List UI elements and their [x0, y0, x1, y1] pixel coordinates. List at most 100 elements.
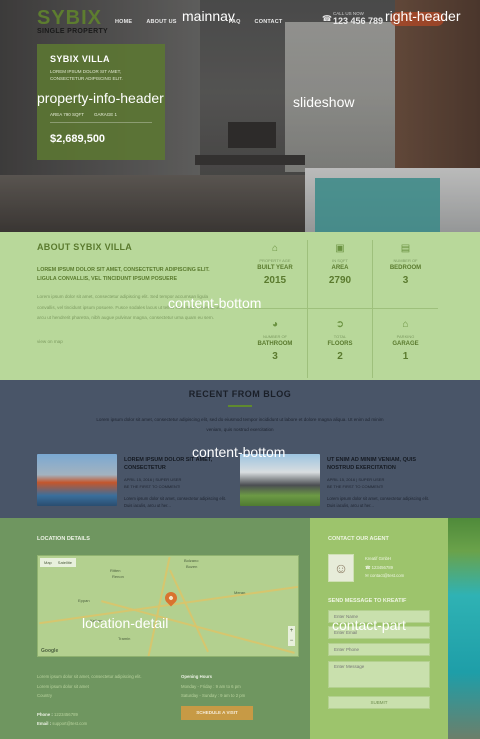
- stat-floors: ➲ TOTAL FLOORS 2: [308, 309, 373, 378]
- property-meta: AREA 790 SQFT GARAGE 1: [50, 112, 117, 117]
- stat-label: FLOORS: [327, 341, 353, 347]
- stat-label: AREA: [331, 265, 349, 271]
- property-subtitle: LOREM IPSUM DOLOR SIT AMET, CONSECTETUR …: [50, 69, 123, 81]
- stat-label: BEDROOM: [389, 265, 422, 271]
- blog-post[interactable]: UT ENIM AD MINIM VENIAM, QUIS NOSTRUD EX…: [240, 454, 440, 512]
- address-line: Country: [37, 693, 53, 698]
- zoom-in-icon[interactable]: +: [288, 626, 295, 636]
- blog-post-thumbnail[interactable]: [37, 454, 117, 506]
- stat-value: 3: [402, 275, 409, 286]
- map-place-label: Bozen: [186, 564, 198, 569]
- overlay-label-slideshow: slideshow: [293, 94, 355, 110]
- map-place-label: Renon: [112, 574, 124, 579]
- stat-value: 3: [272, 351, 278, 362]
- contact-form-title: SEND MESSAGE TO KREATIF: [328, 598, 407, 604]
- map-place-label: Eppan: [78, 598, 90, 603]
- location-map[interactable]: Map Satellite Bolzano Bozen Ritten Renon…: [37, 555, 299, 657]
- person-icon: ☺: [333, 560, 349, 576]
- map-place-label: Meran: [234, 590, 246, 595]
- overlay-label-property-info: property-info-header: [37, 90, 164, 106]
- opening-hours-line: Saturday - Sunday : 9 am to 2 pm: [181, 693, 246, 698]
- blog-subtitle: Lorem ipsum dolor sit amet, consectetur …: [96, 417, 384, 432]
- overlay-label-mainnav: mainnav: [182, 8, 235, 24]
- site-logo[interactable]: SYBIX SINGLE PROPERTY: [37, 8, 108, 35]
- stat-value: 1: [402, 351, 409, 362]
- overlay-label-content-bottom: content-bottom: [168, 295, 262, 311]
- blog-post[interactable]: LOREM IPSUM DOLOR SIT AMET, CONSECTETUR …: [37, 454, 237, 512]
- blog-post-thumbnail[interactable]: [240, 454, 320, 506]
- about-title: ABOUT SYBIX VILLA: [37, 242, 133, 252]
- bed-icon: ▤: [400, 243, 411, 254]
- overlay-label-contact-part: contact-part: [332, 617, 406, 633]
- agent-phone[interactable]: ☎ 123456789: [365, 564, 404, 573]
- logo-tagline: SINGLE PROPERTY: [37, 28, 109, 35]
- location-title: LOCATION DETAILS: [37, 536, 90, 542]
- opening-hours-line: Monday - Friday : 9 am to 6 pm: [181, 683, 241, 689]
- nav-about[interactable]: ABOUT US: [146, 19, 176, 25]
- garage-icon: ⌂: [402, 319, 409, 330]
- blog-post-comment-link[interactable]: BE THE FIRST TO COMMENT!: [327, 484, 383, 489]
- map-tab-map[interactable]: Map: [44, 560, 52, 565]
- stat-bathroom: ◕ NUMBER OF BATHROOM 3: [243, 309, 308, 378]
- agent-email[interactable]: ✉ contact@test.com: [365, 572, 404, 581]
- stat-value: 2: [337, 351, 343, 362]
- stat-area: ▣ IN SQFT AREA 2790: [308, 240, 373, 309]
- location-address: Lorem ipsum dolor sit amet, consectetur …: [37, 672, 167, 701]
- blog-post-title[interactable]: UT ENIM AD MINIM VENIAM, QUIS NOSTRUD EX…: [327, 456, 442, 472]
- stat-small-label: TOTAL: [333, 334, 347, 339]
- nav-home[interactable]: HOME: [115, 19, 132, 25]
- blog-title-underline: [228, 405, 252, 407]
- map-place-label: Bolzano: [184, 558, 199, 563]
- phone-icon: ☎: [322, 13, 332, 23]
- schedule-visit-button[interactable]: SCHEDULE A VISIT: [181, 706, 253, 720]
- map-type-tabs[interactable]: Map Satellite: [40, 558, 77, 567]
- agent-avatar: ☺: [328, 554, 354, 582]
- agent-info: Kreatif GmbH ☎ 123456789 ✉ contact@test.…: [365, 555, 404, 581]
- view-on-map-link[interactable]: view on map: [37, 339, 63, 344]
- phone-number: 123 456 789: [333, 16, 384, 26]
- overlay-label-location-detail: location-detail: [82, 615, 169, 631]
- google-logo: Google: [41, 648, 59, 654]
- property-price: $2,689,500: [50, 133, 106, 145]
- stat-label: GARAGE: [392, 341, 419, 347]
- stat-small-label: PARKING: [396, 334, 415, 339]
- blog-post-comment-link[interactable]: BE THE FIRST TO COMMENT!: [124, 484, 180, 489]
- bath-icon: ◕: [271, 319, 279, 330]
- stat-small-label: IN SQFT: [332, 258, 348, 263]
- message-field[interactable]: [328, 661, 430, 688]
- stairs-icon: ➲: [335, 319, 345, 330]
- header-phone[interactable]: ☎ CALL US NOW 123 456 789: [322, 11, 383, 26]
- stat-bedroom: ▤ NUMBER OF BEDROOM 3: [373, 240, 438, 309]
- location-contact: Phone : 1223456789 Email : support@test.…: [37, 710, 87, 728]
- location-email[interactable]: support@test.com: [52, 721, 87, 726]
- pool-image-edge: [448, 518, 480, 739]
- stat-value: 2015: [263, 275, 287, 286]
- map-place-label: Ritten: [110, 568, 121, 573]
- zoom-out-icon[interactable]: −: [288, 636, 295, 646]
- location-phone[interactable]: 1223456789: [54, 712, 78, 717]
- phone-label: Phone :: [37, 712, 53, 717]
- map-tab-satellite[interactable]: Satellite: [58, 560, 72, 565]
- stat-value: 2790: [328, 275, 352, 286]
- map-place-label: Tramin: [118, 636, 131, 641]
- stat-small-label: PROPERTY AGE: [259, 258, 291, 263]
- overlay-label-content-bottom: content-bottom: [192, 444, 286, 460]
- phone-field[interactable]: [328, 643, 430, 656]
- email-label: Email :: [37, 721, 52, 726]
- slideshow: SYBIX SINGLE PROPERTY HOME ABOUT US FAQ …: [0, 0, 480, 232]
- property-area: AREA 790 SQFT: [50, 112, 85, 117]
- property-title: SYBIX VILLA: [50, 54, 110, 64]
- map-zoom-control[interactable]: + −: [288, 626, 295, 646]
- stat-small-label: NUMBER OF: [263, 334, 287, 339]
- logo-name: SYBIX: [37, 7, 103, 29]
- stat-garage: ⌂ PARKING GARAGE 1: [373, 309, 438, 378]
- house-icon: ⌂: [271, 243, 279, 254]
- nav-contact[interactable]: CONTACT: [255, 19, 283, 25]
- contact-title: CONTACT OUR AGENT: [328, 536, 389, 542]
- overlay-label-right-header: right-header: [385, 8, 461, 24]
- blog-post-meta: APRIL 15, 2016 | SUPER USER: [327, 477, 385, 482]
- mail-icon: ✉: [365, 573, 369, 578]
- submit-button[interactable]: SUBMIT: [328, 696, 430, 709]
- property-garage: GARAGE 1: [94, 112, 118, 117]
- stat-label: BATHROOM: [257, 341, 293, 347]
